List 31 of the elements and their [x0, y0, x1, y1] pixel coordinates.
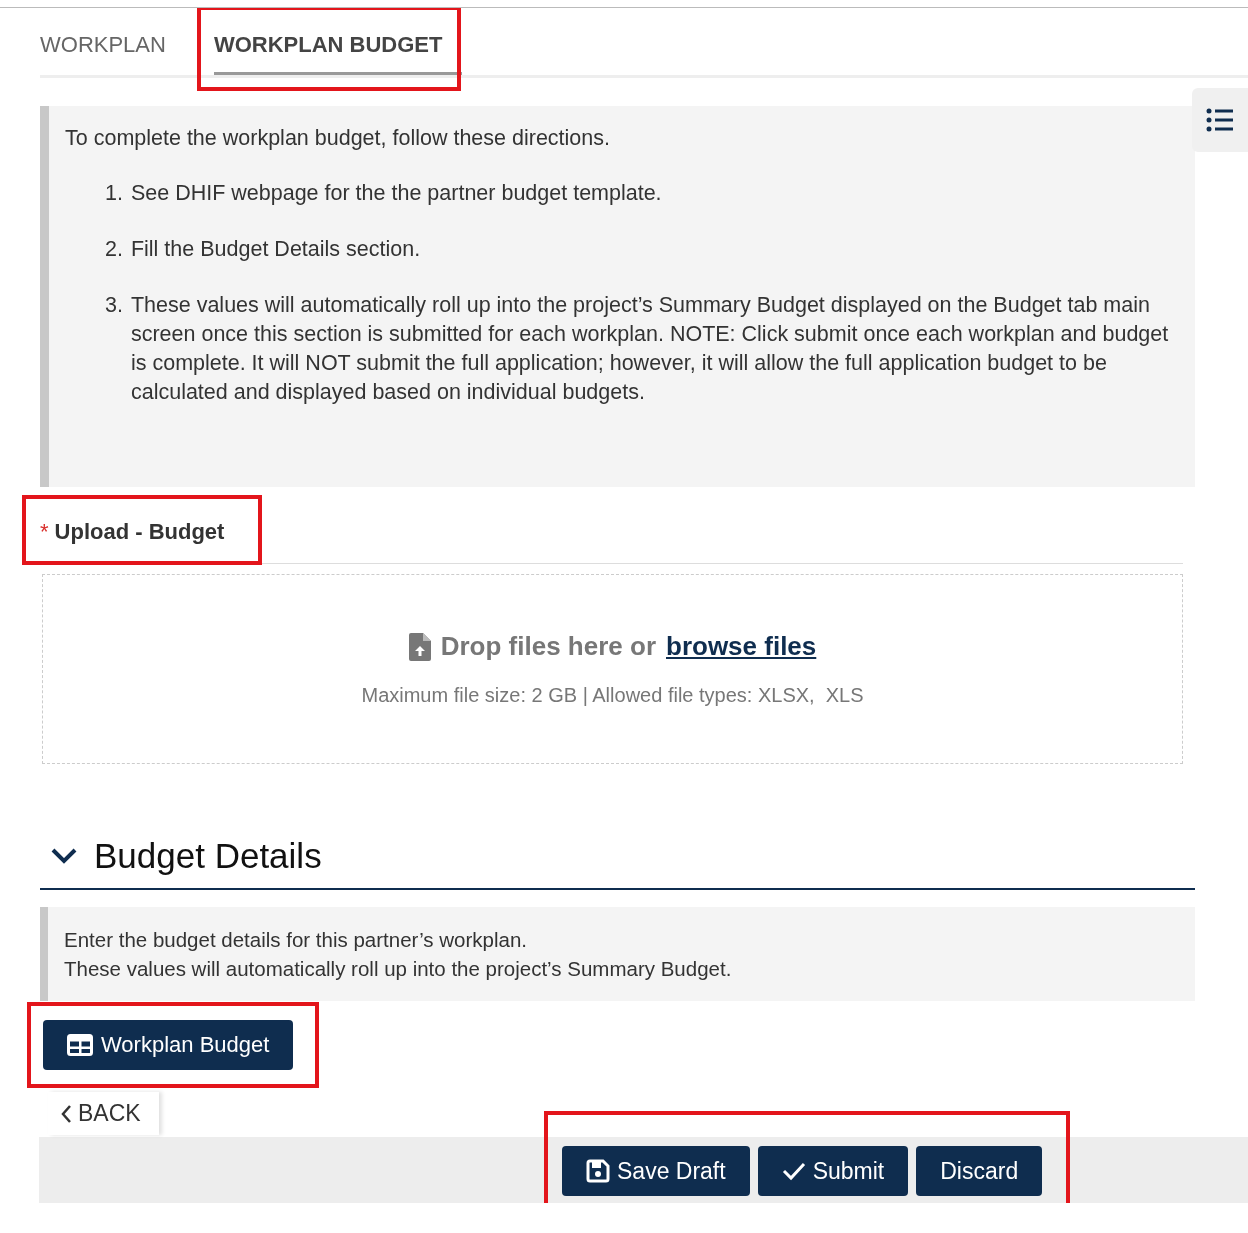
step-number: 3.: [105, 292, 123, 319]
list-icon: [1206, 107, 1234, 133]
step-number: 2.: [105, 236, 123, 263]
chevron-icon[interactable]: [50, 847, 78, 865]
table-icon: [67, 1034, 93, 1056]
note-text: Enter the budget details for this partner’s workplan.: [64, 927, 529, 953]
checkmark-icon: [781, 1161, 806, 1181]
step-text: These values will automatically roll up into the project’s Summary Budget displayed on the Budget tab main screen once this section is submitted for each workplan. NOTE: Click submit once each workplan and budget is complete. It will NOT submit the full application; however, it will allow the full application budget to be calculated and displayed based on individual budgets.: [130, 292, 1170, 406]
save-button[interactable]: Save Draft: [562, 1146, 750, 1196]
browse-files-link[interactable]: browse files: [666, 631, 817, 662]
file-drop-zone[interactable]: Drop files here or browse files Maximum file size: 2 GB | Allowed file types: XLSX, XLS: [42, 574, 1183, 764]
chevron-left-icon: [60, 1103, 72, 1124]
workplan-budget-button[interactable]: Workplan Budget: [43, 1020, 294, 1070]
required-asterisk: *: [40, 519, 49, 545]
step-text: Fill the Budget Details section.: [130, 236, 421, 263]
save-icon: [586, 1159, 610, 1183]
drop-text: Drop files here or: [440, 631, 656, 662]
submit-button[interactable]: Submit: [757, 1146, 909, 1196]
note-text: These values will automatically roll up into the project’s Summary Budget.: [64, 956, 733, 982]
step-number: 1.: [105, 180, 123, 207]
section-title: Budget Details: [94, 836, 322, 876]
tab[interactable]: WORKPLAN BUDGET: [213, 26, 463, 75]
intro-text: To complete the workplan budget, follow these directions.: [65, 126, 611, 151]
tab[interactable]: WORKPLAN: [40, 26, 166, 72]
field-label: Upload - Budget: [54, 519, 225, 545]
discard-button[interactable]: Discard: [916, 1146, 1043, 1196]
back-button[interactable]: BACK: [48, 1092, 159, 1135]
file-limits-text: Maximum file size: 2 GB | Allowed file types: XLSX, XLS: [361, 684, 864, 707]
list-icon-button[interactable]: [1192, 88, 1248, 152]
file-upload-icon: [408, 632, 431, 661]
step-text: See DHIF webpage for the the partner budget template.: [130, 180, 662, 207]
